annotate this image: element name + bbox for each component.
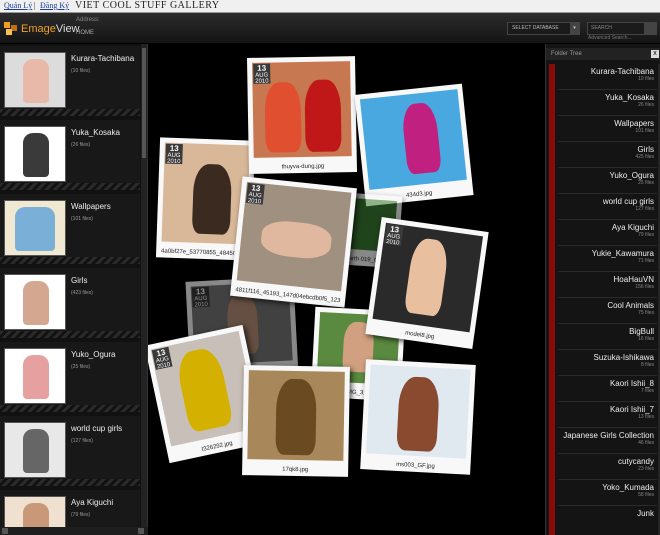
folder-thumbnail — [4, 422, 66, 478]
date-badge: 13 AUG 2010 — [384, 223, 404, 247]
scroll-right-button[interactable] — [138, 528, 144, 534]
folder-count: (101 files) — [71, 216, 93, 222]
folder-name: Kurara-Tachibana — [71, 54, 135, 63]
logo[interactable]: EmageView — [4, 21, 80, 37]
date-badge: 13 AUG 2010 — [191, 286, 210, 308]
search-placeholder: SEARCH — [591, 25, 612, 31]
tree-rail — [549, 64, 555, 535]
tree-item[interactable]: Japanese Girls Collection 46 files — [558, 428, 657, 454]
advanced-search-link[interactable]: Advanced Search... — [588, 35, 632, 41]
tree-item[interactable]: Aya Kiguchi 79 files — [558, 220, 657, 246]
logo-icon — [4, 22, 18, 36]
date-badge: 13 AUG 2010 — [245, 182, 265, 205]
left-horizontal-scrollbar[interactable] — [0, 527, 148, 535]
folder-tree-header: Folder Tree x — [546, 48, 660, 60]
manage-link[interactable]: Quản Lý — [4, 0, 32, 12]
address-label: Address: — [76, 17, 100, 23]
tree-item[interactable]: Cool Animals 75 files — [558, 298, 657, 324]
folder-name: Yuka_Kosaka — [71, 128, 120, 137]
tree-item[interactable]: Kaori Ishii_7 13 files — [558, 402, 657, 428]
tree-item[interactable]: Yuko_Ogura 25 files — [558, 168, 657, 194]
photo-gallery-canvas: 13 AUG 2010 13 AUG 2010 4a0bf27e_53770855_48… — [148, 44, 545, 535]
app-header: EmageView Address: HOME SELECT DATABASE … — [0, 13, 660, 44]
photo-polaroid[interactable]: 434d3.jpg — [354, 83, 474, 207]
link-separator: | — [34, 1, 36, 10]
photo-polaroid[interactable]: 13 AUG 2010 model8.jpg — [365, 217, 489, 349]
photo-caption: 17qk8.jpg — [282, 466, 309, 474]
tree-item[interactable]: Kurara-Tachibana 10 files — [558, 64, 657, 90]
date-badge: 13 AUG 2010 — [253, 63, 271, 85]
tree-item[interactable]: Junk — [558, 506, 657, 532]
search-button[interactable] — [644, 23, 656, 34]
close-icon[interactable]: x — [651, 50, 659, 58]
select-database-label: SELECT DATABASE — [512, 25, 559, 31]
site-title: VIET COOL STUFF GALLERY — [75, 0, 220, 11]
tree-item[interactable]: Yukie_Kawamura 71 files — [558, 246, 657, 272]
photo-polaroid[interactable]: 17qk8.jpg — [242, 365, 350, 477]
date-badge: 13 AUG 2010 — [165, 143, 183, 165]
tree-item[interactable]: world cup girls 127 files — [558, 194, 657, 220]
folder-tree-title: Folder Tree — [551, 51, 582, 57]
photo-polaroid[interactable]: ms003_GF.jpg — [360, 359, 476, 475]
folder-count: (127 files) — [71, 438, 93, 444]
folder-name: world cup girls — [71, 424, 123, 433]
select-database-dropdown[interactable]: SELECT DATABASE ▾ — [507, 22, 580, 35]
folder-card[interactable]: world cup girls (127 files) — [0, 416, 140, 486]
tree-item[interactable]: Suzuka-Ishikawa 8 files — [558, 350, 657, 376]
tree-item[interactable]: BigBull 16 files — [558, 324, 657, 350]
photo-caption: ms003_GF.jpg — [395, 461, 435, 470]
photo-polaroid[interactable]: 13 AUG 2010 4811f116_45193_147d04ebcdb0f5_… — [230, 176, 357, 308]
folder-card[interactable]: Yuka_Kosaka (26 files) — [0, 120, 140, 190]
register-link[interactable]: Đăng Ký — [40, 0, 69, 12]
folder-name: Yuko_Ogura — [71, 350, 116, 359]
tree-item[interactable]: Yuka_Kosaka 26 files — [558, 90, 657, 116]
tree-item[interactable]: Kaori Ishii_8 7 files — [558, 376, 657, 402]
top-link-bar: Quản Lý | Đăng Ký VIET COOL STUFF GALLER… — [0, 0, 660, 13]
folder-name: Girls — [71, 276, 88, 285]
folder-thumbnail — [4, 200, 66, 256]
folder-card[interactable]: Yuko_Ogura (25 files) — [0, 342, 140, 412]
scroll-left-button[interactable] — [2, 528, 8, 534]
address-breadcrumb[interactable]: HOME — [76, 30, 94, 36]
tree-item[interactable]: HoaHauVN 156 files — [558, 272, 657, 298]
folder-tree-panel: Folder Tree x Kurara-Tachibana 10 files Y… — [545, 44, 660, 535]
folder-count: (10 files) — [71, 68, 91, 74]
folder-name: Wallpapers — [71, 202, 111, 211]
folder-thumbnail — [4, 126, 66, 182]
folder-count: (79 files) — [71, 512, 91, 518]
search-input[interactable]: SEARCH — [587, 22, 657, 35]
folder-thumbnail-panel: Kurara-Tachibana (10 files) Yuka_Kosaka … — [0, 44, 148, 535]
photo-polaroid[interactable]: 13 AUG 2010 thuyva-dung.jpg — [246, 56, 358, 174]
left-scrollbar[interactable] — [141, 44, 147, 535]
chevron-down-icon: ▾ — [570, 23, 579, 34]
folder-thumbnail — [4, 348, 66, 404]
folder-count: (26 files) — [71, 142, 91, 148]
tree-item[interactable]: Girls 425 files — [558, 142, 657, 168]
tree-item[interactable]: Wallpapers 101 files — [558, 116, 657, 142]
folder-count: (423 files) — [71, 290, 93, 296]
folder-thumbnail — [4, 52, 66, 108]
photo-caption: thuyva-dung.jpg — [281, 163, 325, 171]
folder-name: Aya Kiguchi — [71, 498, 114, 507]
folder-card[interactable]: Kurara-Tachibana (10 files) — [0, 46, 140, 116]
tree-item[interactable]: cutycandy 23 files — [558, 454, 657, 480]
folder-count: (25 files) — [71, 364, 91, 370]
tree-item[interactable]: Yoko_Kumada 58 files — [558, 480, 657, 506]
folder-card[interactable]: Wallpapers (101 files) — [0, 194, 140, 264]
folder-thumbnail — [4, 274, 66, 330]
logo-text: EmageView — [21, 23, 80, 35]
folder-card[interactable]: Girls (423 files) — [0, 268, 140, 338]
